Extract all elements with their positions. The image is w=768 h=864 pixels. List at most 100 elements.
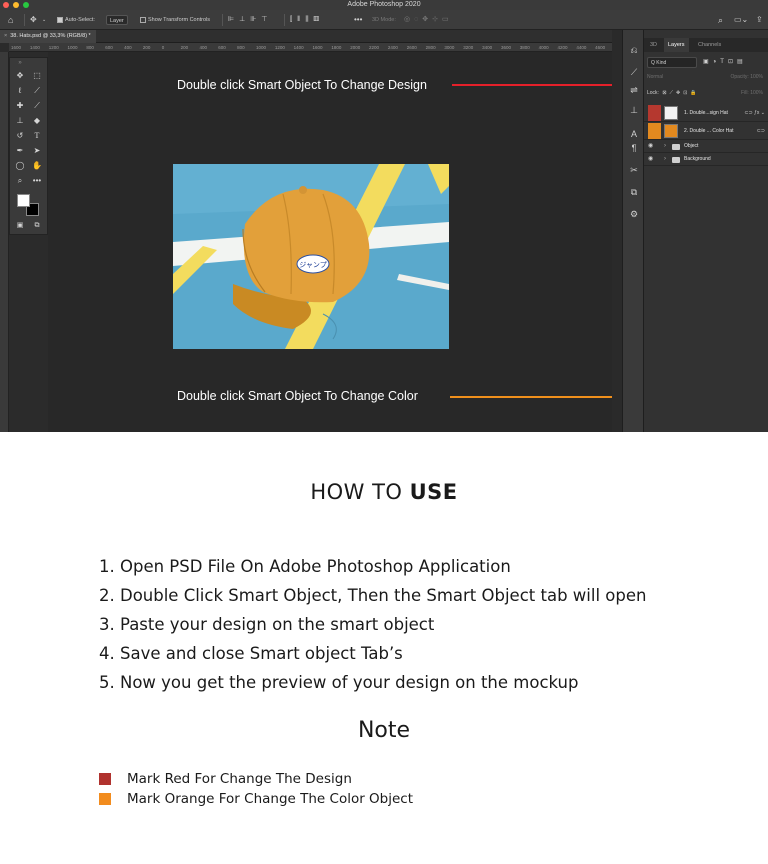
orange-layer-tag [648, 123, 661, 139]
panel-icon-strip: ⎌ ⟋ ⇌ ⊥ A ¶ ✂ ⧉ ⚙ [622, 30, 644, 432]
ruler-tick-label: 3000 [444, 45, 455, 50]
horizontal-ruler: 1600 1400 1200 1000 800 600 400 200 0 200 400 600 80… [9, 43, 612, 52]
quick-mask-icon[interactable]: ▣ [13, 220, 27, 232]
eye-icon[interactable]: ◉ [648, 153, 653, 166]
ruler-tick-label: 4600 [595, 45, 606, 50]
toolbox: » ✥ ⬚ ℓ ⟋ ✚ ⟋ ⊥ ◆ ↺ T ✒ ➤ ◯ ✋ ⌕ ••• ▣ ⧉ [9, 57, 48, 235]
blend-mode-dropdown[interactable]: Normal [647, 74, 663, 80]
lock-icons[interactable]: ⊠⟋✥⊡🔒 [662, 90, 699, 96]
lasso-tool-icon[interactable]: ℓ [13, 85, 27, 97]
layer-filter-row: Q Kind ▣◑T⊡▤ [647, 57, 765, 68]
marquee-tool-icon[interactable]: ⬚ [30, 70, 44, 82]
brush-settings-icon[interactable]: ⟋ [628, 66, 640, 78]
ruler-tick-label: 800 [237, 45, 245, 50]
tab-channels[interactable]: Channels [694, 38, 725, 52]
ruler-tick-label: 600 [218, 45, 226, 50]
ruler-tick-label: 1600 [11, 45, 22, 50]
filter-kind-dropdown[interactable]: Q Kind [647, 57, 697, 68]
screen-mode-icon[interactable]: ⧉ [30, 220, 44, 232]
close-tab-icon[interactable]: × [4, 33, 7, 39]
ruler-tick-label: 3800 [519, 45, 530, 50]
note-heading: Note [357, 718, 411, 743]
step-item: 2. Double Click Smart Object, Then the S… [99, 586, 647, 605]
mockup-photo[interactable]: ジャンプ [173, 164, 449, 349]
eraser-tool-icon[interactable]: ◆ [30, 115, 44, 127]
options-bar: ⌂ ✥ ⌄ Auto-Select: Layer Show Transform … [0, 10, 768, 30]
transform-controls-checkbox[interactable]: Show Transform Controls [140, 10, 210, 30]
move-tool-icon[interactable]: ✥ [13, 70, 27, 82]
zoom-tool-icon[interactable]: ⌕ [13, 175, 27, 187]
filter-icons[interactable]: ▣◑T⊡▤ [703, 57, 747, 68]
shape-tool-icon[interactable]: ◯ [13, 160, 27, 172]
collapse-icon[interactable]: » [13, 57, 27, 69]
ruler-tick-label: 1400 [29, 45, 40, 50]
auto-select-target-dropdown[interactable]: Layer [106, 10, 128, 30]
chevron-right-icon[interactable]: › [664, 153, 666, 166]
document-tab-bar: × 38. Hats.psd @ 33,3% (RGB/8) * [0, 30, 612, 43]
ruler-tick-label: 3400 [482, 45, 493, 50]
move-tool-icon[interactable]: ✥ [30, 10, 37, 30]
ruler-tick-label: 2800 [425, 45, 436, 50]
healing-tool-icon[interactable]: ✚ [13, 100, 27, 112]
tools-icon[interactable]: ✂ [628, 164, 640, 176]
layer-name: 1. Double...sign Hat [684, 110, 728, 116]
type-tool-icon[interactable]: T [30, 130, 44, 142]
eyedropper-tool-icon[interactable]: ⟋ [30, 85, 44, 97]
step-item: 5. Now you get the preview of your desig… [99, 673, 579, 692]
layer-name: 2. Double ... Color Hat [684, 128, 734, 134]
chevron-down-icon[interactable]: ⌄ [42, 10, 46, 30]
opacity-field[interactable]: Opacity: 100% [730, 72, 763, 82]
adjustments-icon[interactable]: ⇌ [628, 84, 640, 96]
align-icons[interactable]: ⊫⊥⊪⊤ [228, 10, 272, 30]
fill-field[interactable]: Fill: 100% [741, 88, 763, 98]
properties-icon[interactable]: ⚙ [628, 208, 640, 220]
ruler-tick-label: 4200 [557, 45, 568, 50]
search-icon[interactable]: ⌕ [718, 10, 723, 30]
libraries-icon[interactable]: ⧉ [628, 186, 640, 198]
eye-icon[interactable]: ◉ [648, 140, 653, 153]
more-tools-icon[interactable]: ••• [30, 175, 44, 187]
ruler-tick-label: 600 [105, 45, 113, 50]
ruler-tick-label: 2000 [350, 45, 361, 50]
ruler-tick-label: 200 [142, 45, 151, 50]
folder-icon [672, 157, 680, 163]
ruler-tick-label: 2400 [387, 45, 398, 50]
distribute-icons[interactable]: ⫿⦀⫼▥ [290, 10, 324, 30]
home-icon[interactable]: ⌂ [8, 10, 13, 30]
layer-design-hat[interactable]: 1. Double...sign Hat ⊂⊃ ƒx ⌄ [644, 104, 768, 122]
share-icon[interactable]: ⇪ [756, 10, 763, 30]
panel-gutter [612, 30, 622, 432]
legend-label: Mark Orange For Change The Color Object [127, 791, 414, 807]
ruler-tick-label: 3200 [463, 45, 474, 50]
clone-source-icon[interactable]: ⊥ [628, 104, 640, 116]
group-object[interactable]: ◉ › Object [644, 140, 768, 153]
ruler-tick-label: 800 [86, 45, 94, 50]
workspace-icon[interactable]: ▭⌄ [734, 10, 748, 30]
history-icon[interactable]: ⎌ [628, 44, 640, 56]
stamp-tool-icon[interactable]: ⊥ [13, 115, 27, 127]
document-tab-label: 38. Hats.psd @ 33,3% (RGB/8) * [10, 33, 91, 39]
foreground-color-swatch[interactable] [17, 194, 30, 207]
chevron-right-icon[interactable]: › [664, 140, 666, 153]
vertical-ruler [0, 52, 9, 432]
group-name: Background [684, 156, 711, 162]
history-brush-icon[interactable]: ↺ [13, 130, 27, 142]
hand-tool-icon[interactable]: ✋ [30, 160, 44, 172]
blend-mode-row: Normal Opacity: 100% [647, 72, 765, 82]
red-layer-tag [648, 105, 661, 121]
tab-layers[interactable]: Layers [664, 38, 689, 52]
paragraph-icon[interactable]: ¶ [628, 142, 640, 154]
more-options-icon[interactable]: ••• [354, 10, 362, 30]
step-item: 4. Save and close Smart object Tab’s [99, 644, 403, 663]
auto-select-checkbox[interactable]: Auto-Select: [57, 10, 95, 30]
tab-3d[interactable]: 3D [646, 38, 661, 52]
document-tab[interactable]: × 38. Hats.psd @ 33,3% (RGB/8) * [0, 30, 96, 43]
path-select-icon[interactable]: ➤ [30, 145, 44, 157]
ruler-tick-label: 400 [199, 45, 207, 50]
character-icon[interactable]: A [628, 128, 640, 140]
brush-tool-icon[interactable]: ⟋ [30, 100, 44, 112]
layer-color-hat[interactable]: 2. Double ... Color Hat ⊂⊃ [644, 122, 768, 140]
panel-tabs: 3D Layers Channels [644, 38, 768, 52]
pen-tool-icon[interactable]: ✒ [13, 145, 27, 157]
group-background[interactable]: ◉ › Background [644, 153, 768, 166]
